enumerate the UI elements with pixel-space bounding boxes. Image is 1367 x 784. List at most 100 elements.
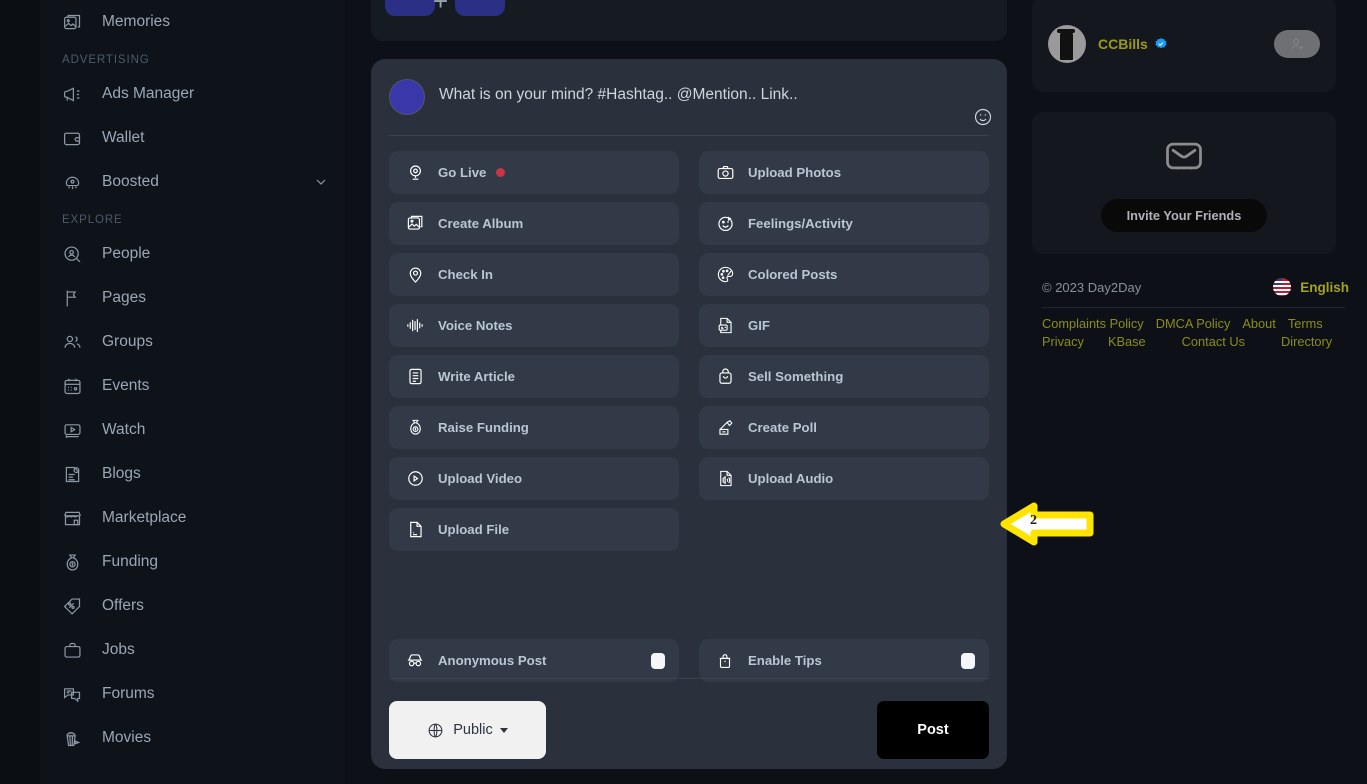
- invite-button-label: Invite Your Friends: [1126, 208, 1242, 223]
- option-sell-something[interactable]: Sell Something: [699, 355, 989, 398]
- option-colored-posts[interactable]: Colored Posts: [699, 253, 989, 296]
- footer-link[interactable]: Privacy: [1042, 334, 1084, 349]
- post-button-label: Post: [917, 722, 949, 738]
- footer-link[interactable]: DMCA Policy: [1156, 316, 1231, 331]
- footer-link[interactable]: Contact Us: [1182, 334, 1245, 349]
- file-icon: [404, 519, 426, 541]
- option-upload-file[interactable]: Upload File: [389, 508, 679, 551]
- popcorn-icon: [62, 725, 92, 751]
- sidebar-item-wallet[interactable]: Wallet: [40, 116, 345, 160]
- envelope-icon: [1160, 134, 1208, 183]
- option-upload-video[interactable]: Upload Video: [389, 457, 679, 500]
- video-play-icon: [62, 417, 92, 443]
- anonymous-post-switch[interactable]: [651, 652, 665, 669]
- composer-footer: Public Post: [389, 701, 989, 759]
- toggle-anonymous-post[interactable]: Anonymous Post: [389, 639, 679, 682]
- sidebar-item-label: Wallet: [102, 129, 145, 146]
- option-voice-notes[interactable]: Voice Notes: [389, 304, 679, 347]
- avatar[interactable]: [1048, 25, 1086, 63]
- rocket-icon: [62, 169, 92, 195]
- album-icon: [404, 213, 426, 235]
- us-flag-icon: [1273, 278, 1292, 296]
- option-label: Write Article: [438, 369, 515, 384]
- sidebar-item-memories[interactable]: Memories: [40, 0, 345, 44]
- option-go-live[interactable]: Go Live: [389, 151, 679, 194]
- option-write-article[interactable]: Write Article: [389, 355, 679, 398]
- sidebar: Memories ADVERTISING Ads Manager Wallet: [40, 0, 345, 784]
- waveform-icon: [404, 315, 426, 337]
- option-create-poll[interactable]: Create Poll: [699, 406, 989, 449]
- footer-link[interactable]: Directory: [1281, 334, 1332, 349]
- option-create-album[interactable]: Create Album: [389, 202, 679, 245]
- footer-link[interactable]: Complaints Policy: [1042, 316, 1144, 331]
- live-indicator-dot: [496, 168, 506, 177]
- composer-input[interactable]: What is on your mind? #Hashtag.. @Mentio…: [439, 79, 798, 104]
- option-label: Create Poll: [748, 420, 817, 435]
- globe-icon: [427, 722, 444, 739]
- sidebar-item-label: Movies: [102, 729, 152, 746]
- people-search-icon: [62, 241, 92, 267]
- sidebar-section-advertising: ADVERTISING: [62, 54, 150, 66]
- sidebar-item-ads-manager[interactable]: Ads Manager: [40, 72, 345, 116]
- document-lines-icon: [404, 366, 426, 388]
- main-content: + What is on your mind? #Hashtag.. @Ment…: [345, 0, 1020, 784]
- option-label: Upload File: [438, 522, 510, 537]
- sidebar-item-movies[interactable]: Movies: [40, 716, 345, 760]
- toggle-enable-tips[interactable]: Enable Tips: [699, 639, 989, 682]
- invite-friends-card: Invite Your Friends: [1032, 112, 1336, 254]
- camera-icon: [714, 162, 736, 184]
- sidebar-item-forums[interactable]: Forums: [40, 672, 345, 716]
- toggle-label: Enable Tips: [748, 653, 822, 668]
- stories-card[interactable]: +: [371, 0, 1007, 41]
- wallet-icon: [62, 125, 92, 151]
- language-selector[interactable]: English: [1273, 278, 1349, 296]
- sidebar-item-boosted[interactable]: Boosted: [40, 160, 345, 204]
- smiley-wink-icon: [714, 213, 736, 235]
- incognito-icon: [404, 650, 426, 672]
- invite-friends-button[interactable]: Invite Your Friends: [1100, 199, 1268, 232]
- shopping-bag-icon: [714, 366, 736, 388]
- option-label: Colored Posts: [748, 267, 838, 282]
- privacy-dropdown[interactable]: Public: [389, 701, 546, 759]
- smiley-icon[interactable]: [973, 107, 993, 132]
- sidebar-item-label: Blogs: [102, 465, 141, 482]
- webcam-icon: [404, 162, 426, 184]
- blog-icon: [62, 461, 92, 487]
- sidebar-item-events[interactable]: Events: [40, 364, 345, 408]
- footer-link[interactable]: KBase: [1108, 334, 1146, 349]
- option-label: Check In: [438, 267, 493, 282]
- option-label: Upload Video: [438, 471, 523, 486]
- sidebar-item-label: Offers: [102, 597, 144, 614]
- story-thumb[interactable]: [455, 0, 505, 16]
- enable-tips-switch[interactable]: [961, 652, 975, 669]
- sidebar-item-groups[interactable]: Groups: [40, 320, 345, 364]
- user-name[interactable]: CCBills: [1098, 36, 1148, 52]
- post-button[interactable]: Post: [877, 701, 989, 759]
- chevron-down-icon[interactable]: [313, 174, 329, 190]
- sidebar-item-blogs[interactable]: Blogs: [40, 452, 345, 496]
- option-raise-funding[interactable]: Raise Funding: [389, 406, 679, 449]
- poll-pen-icon: [714, 417, 736, 439]
- sidebar-item-marketplace[interactable]: Marketplace: [40, 496, 345, 540]
- gif-file-icon: [714, 315, 736, 337]
- story-thumb[interactable]: [385, 0, 435, 16]
- add-story-plus-icon[interactable]: +: [433, 0, 448, 14]
- sidebar-item-jobs[interactable]: Jobs: [40, 628, 345, 672]
- option-upload-audio[interactable]: Upload Audio: [699, 457, 989, 500]
- sidebar-item-label: People: [102, 245, 151, 262]
- sidebar-item-offers[interactable]: Offers: [40, 584, 345, 628]
- sidebar-item-people[interactable]: People: [40, 232, 345, 276]
- sidebar-item-funding[interactable]: Funding: [40, 540, 345, 584]
- footer-link[interactable]: About: [1242, 316, 1275, 331]
- option-check-in[interactable]: Check In: [389, 253, 679, 296]
- composer-header: What is on your mind? #Hashtag.. @Mentio…: [389, 79, 989, 121]
- add-user-icon[interactable]: [1274, 30, 1320, 58]
- option-feelings-activity[interactable]: Feelings/Activity: [699, 202, 989, 245]
- option-gif[interactable]: GIF: [699, 304, 989, 347]
- footer-link[interactable]: Terms: [1288, 316, 1323, 331]
- sidebar-item-pages[interactable]: Pages: [40, 276, 345, 320]
- option-upload-photos[interactable]: Upload Photos: [699, 151, 989, 194]
- option-label: Create Album: [438, 216, 524, 231]
- composer-options-grid: Go Live Upload Photos Create Album Feeli…: [389, 151, 989, 551]
- sidebar-item-watch[interactable]: Watch: [40, 408, 345, 452]
